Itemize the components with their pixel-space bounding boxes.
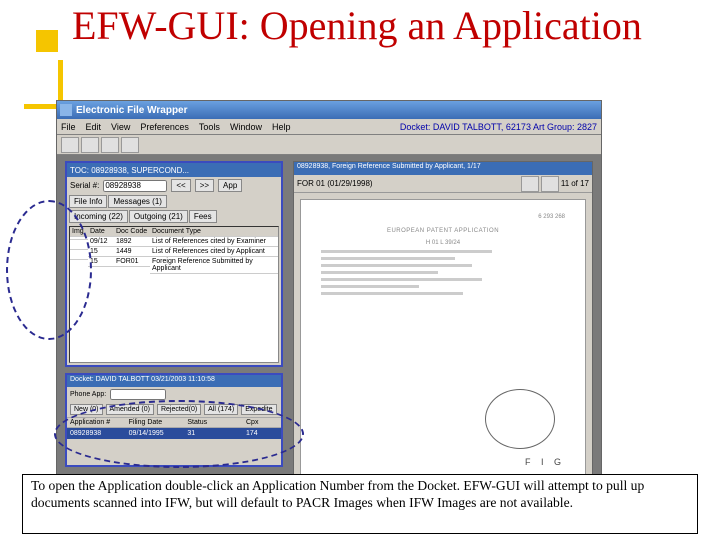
window-title: Electronic File Wrapper [76,105,188,116]
col-desc: Document Type [150,227,278,237]
table-row[interactable]: 15 1449 List of References cited by Appl… [70,247,278,257]
docket-label: Docket: DAVID TALBOTT, 62173 Art Group: … [400,122,597,132]
toolbar-button[interactable] [121,137,139,153]
menu-window[interactable]: Window [230,122,262,132]
nav-prev-icon[interactable] [521,176,539,192]
toc-tabs-2: Incoming (22) Outgoing (21) Fees [67,209,281,224]
filter-input[interactable] [110,389,166,400]
toolbar-button[interactable] [81,137,99,153]
slide-title: EFW-GUI: Opening an Application [72,4,642,48]
doc-viewer: 08928938, Foreign Reference Submitted by… [293,161,593,485]
doc-toolbar: FOR 01 (01/29/1998) 11 of 17 [294,175,592,193]
callout-oval-bottom [54,400,304,468]
bullet-decor [36,30,58,52]
zoom-field[interactable]: 11 [561,179,569,188]
footer-text: To open the Application double-click an … [31,478,644,510]
doc-line2: H 01 L 39/24 [321,240,565,246]
menu-help[interactable]: Help [272,122,291,132]
window-titlebar: Electronic File Wrapper [57,101,601,119]
figure-circle [485,389,555,449]
serial-input[interactable] [103,180,167,192]
prev-button[interactable]: << [171,179,190,192]
tab-messages[interactable]: Messages (1) [108,195,166,208]
doc-title: 08928938, Foreign Reference Submitted by… [294,162,592,175]
docket-title: Docket: DAVID TALBOTT 03/21/2003 11:10:5… [67,375,281,387]
toc-table: Img Date Doc Code Document Type 09/12 18… [69,226,279,363]
toc-title: TOC: 08928938, SUPERCOND... [67,163,281,177]
menu-tools[interactable]: Tools [199,122,220,132]
doc-header: 6 293 268 [321,214,565,220]
doc-page: 6 293 268 EUROPEAN PATENT APPLICATION H … [300,199,586,478]
toc-panel: TOC: 08928938, SUPERCOND... Serial #: <<… [65,161,283,367]
menu-edit[interactable]: Edit [86,122,102,132]
col-code: Doc Code [114,227,150,237]
tab-fileinfo[interactable]: File Info [69,195,107,208]
toc-tabs: File Info Messages (1) [67,194,281,209]
toolbar-button[interactable] [101,137,119,153]
col-date: Date [88,227,114,237]
app-icon [60,104,72,116]
toolbar [57,135,601,155]
app-button[interactable]: App [218,179,242,192]
nav-next-icon[interactable] [541,176,559,192]
doc-subtitle: FOR 01 (01/29/1998) [297,179,373,188]
menu-file[interactable]: File [61,122,76,132]
toolbar-button[interactable] [61,137,79,153]
footer-text-box: To open the Application double-click an … [22,474,698,534]
filter-label: Phone App: [70,391,106,398]
tab-fees[interactable]: Fees [189,210,217,223]
table-row[interactable]: 09/12 1892 List of References cited by E… [70,237,278,247]
next-button[interactable]: >> [195,179,214,192]
menu-preferences[interactable]: Preferences [140,122,189,132]
callout-oval-left [6,200,92,340]
serial-label: Serial #: [70,181,99,190]
table-row[interactable]: 15 FOR01 Foreign Reference Submitted by … [70,257,278,274]
figure-label: F I G [525,457,565,467]
tab-outgoing[interactable]: Outgoing (21) [129,210,188,223]
page-count: of 17 [571,179,589,188]
menu-view[interactable]: View [111,122,130,132]
doc-line1: EUROPEAN PATENT APPLICATION [321,228,565,234]
menubar: File Edit View Preferences Tools Window … [57,119,601,135]
